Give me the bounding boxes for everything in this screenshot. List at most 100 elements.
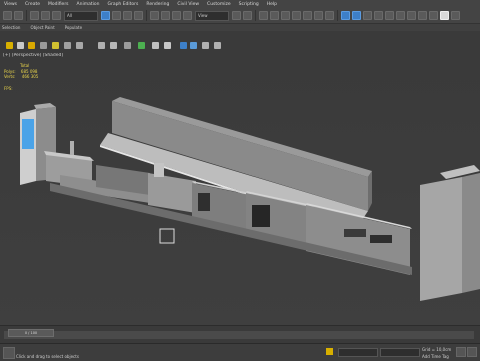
- add-time-tag[interactable]: Add Time Tag: [422, 354, 449, 359]
- light-icon[interactable]: [6, 42, 13, 49]
- environment-icon[interactable]: [451, 11, 460, 20]
- undo-icon[interactable]: [3, 11, 12, 20]
- menu-scripting[interactable]: Scripting: [235, 2, 263, 7]
- menu-animation[interactable]: Animation: [73, 2, 104, 7]
- keyboard-shortcut-icon[interactable]: [243, 11, 252, 20]
- coordinate-x-field[interactable]: [338, 348, 378, 357]
- menu-rendering[interactable]: Rendering: [142, 2, 173, 7]
- menu-customize[interactable]: Customize: [203, 2, 235, 7]
- menu-create[interactable]: Create: [21, 2, 44, 7]
- placement-icon[interactable]: [183, 11, 192, 20]
- named-selection-icon[interactable]: [303, 11, 312, 20]
- menu-bar: Views Create Modifiers Animation Graph E…: [0, 0, 480, 8]
- motion-icon[interactable]: [164, 42, 171, 49]
- tab-selection[interactable]: Selection: [0, 25, 28, 30]
- oven-window: [252, 205, 270, 227]
- rect-selection-icon[interactable]: [123, 11, 132, 20]
- selected-helper[interactable]: [159, 228, 175, 244]
- tab-object-paint[interactable]: Object Paint: [28, 25, 62, 30]
- coordinate-y-field[interactable]: [380, 348, 420, 357]
- hood-end: [368, 171, 372, 211]
- unlink-icon[interactable]: [41, 11, 50, 20]
- maxscript-listener-icon[interactable]: [3, 347, 15, 359]
- snap-icon[interactable]: [259, 11, 268, 20]
- bind-space-warp-icon[interactable]: [52, 11, 61, 20]
- space-warps-icon[interactable]: [110, 42, 117, 49]
- sphere-icon[interactable]: [40, 42, 47, 49]
- time-slider[interactable]: 0 / 100: [0, 325, 480, 344]
- cabinet-side: [462, 173, 480, 293]
- kitchen-scene[interactable]: [0, 53, 480, 325]
- rotate-icon[interactable]: [161, 11, 170, 20]
- mirror-icon[interactable]: [314, 11, 323, 20]
- time-slider-handle[interactable]: 0 / 100: [8, 329, 54, 337]
- spotlight-icon[interactable]: [52, 42, 59, 49]
- link-icon[interactable]: [30, 11, 39, 20]
- select-object-icon[interactable]: [101, 11, 110, 20]
- render-iterative-icon[interactable]: [429, 11, 438, 20]
- scene-explorer-icon[interactable]: [341, 11, 350, 20]
- render-setup-icon[interactable]: [396, 11, 405, 20]
- align-icon[interactable]: [325, 11, 334, 20]
- toolbar-separator: [26, 10, 27, 21]
- paint-icon[interactable]: [202, 42, 209, 49]
- brush-icon[interactable]: [214, 42, 221, 49]
- percent-snap-icon[interactable]: [281, 11, 290, 20]
- toolbar-separator: [255, 10, 256, 21]
- a360-cloud-icon[interactable]: [440, 11, 449, 20]
- hierarchy-icon[interactable]: [152, 42, 159, 49]
- lock-selection-icon[interactable]: [326, 348, 333, 355]
- work-table: [148, 173, 196, 213]
- oven-door: [198, 193, 210, 211]
- window-crossing-icon[interactable]: [134, 11, 143, 20]
- sink-faucet: [70, 141, 74, 155]
- ribbon-tabs: Selection Object Paint Populate: [0, 24, 480, 31]
- grill-plate: [344, 229, 366, 237]
- menu-help[interactable]: Help: [263, 2, 281, 7]
- curve-editor-icon[interactable]: [363, 11, 372, 20]
- burner-plate: [370, 235, 392, 243]
- modify-icon[interactable]: [138, 42, 145, 49]
- tab-populate[interactable]: Populate: [63, 25, 90, 30]
- menu-graph-editors[interactable]: Graph Editors: [103, 2, 142, 7]
- zoom-extents-icon[interactable]: [467, 347, 477, 357]
- helpers-icon[interactable]: [98, 42, 105, 49]
- camera-icon[interactable]: [17, 42, 24, 49]
- selection-filter-dropdown[interactable]: All: [64, 10, 98, 21]
- select-by-name-icon[interactable]: [112, 11, 121, 20]
- pivot-icon[interactable]: [232, 11, 241, 20]
- bulb-icon[interactable]: [28, 42, 35, 49]
- material-editor-icon[interactable]: [385, 11, 394, 20]
- shapes-icon[interactable]: [76, 42, 83, 49]
- scale-icon[interactable]: [172, 11, 181, 20]
- toolbar-separator: [146, 10, 147, 21]
- toolbar-separator: [337, 10, 338, 21]
- ribbon-panel: [0, 31, 480, 54]
- render-production-icon[interactable]: [418, 11, 427, 20]
- menu-modifiers[interactable]: Modifiers: [44, 2, 73, 7]
- angle-snap-icon[interactable]: [270, 11, 279, 20]
- menu-civil-view[interactable]: Civil View: [173, 2, 203, 7]
- geometry-icon[interactable]: [64, 42, 71, 49]
- move-icon[interactable]: [150, 11, 159, 20]
- systems-icon[interactable]: [124, 42, 131, 49]
- grid-size: Grid = 10,0cm: [422, 347, 452, 352]
- spinner-snap-icon[interactable]: [292, 11, 301, 20]
- play-icon[interactable]: [456, 347, 466, 357]
- main-toolbar: All View: [0, 8, 480, 24]
- layer-explorer-icon[interactable]: [352, 11, 361, 20]
- utilities-icon[interactable]: [190, 42, 197, 49]
- timeline-track[interactable]: 0 / 100: [4, 329, 474, 339]
- menu-views[interactable]: Views: [0, 2, 21, 7]
- redo-icon[interactable]: [14, 11, 23, 20]
- mixer: [154, 163, 164, 177]
- fridge-glass: [22, 119, 34, 149]
- display-icon[interactable]: [180, 42, 187, 49]
- reference-coordinate-dropdown[interactable]: View: [195, 10, 229, 21]
- status-bar: Click and drag to select objects Grid = …: [0, 343, 480, 361]
- schematic-view-icon[interactable]: [374, 11, 383, 20]
- perspective-viewport[interactable]: [+] [Perspective] [Shaded] Total Polys: …: [0, 53, 480, 325]
- cabinet-front: [420, 177, 462, 301]
- rendered-frame-window-icon[interactable]: [407, 11, 416, 20]
- status-message: Click and drag to select objects: [16, 354, 79, 359]
